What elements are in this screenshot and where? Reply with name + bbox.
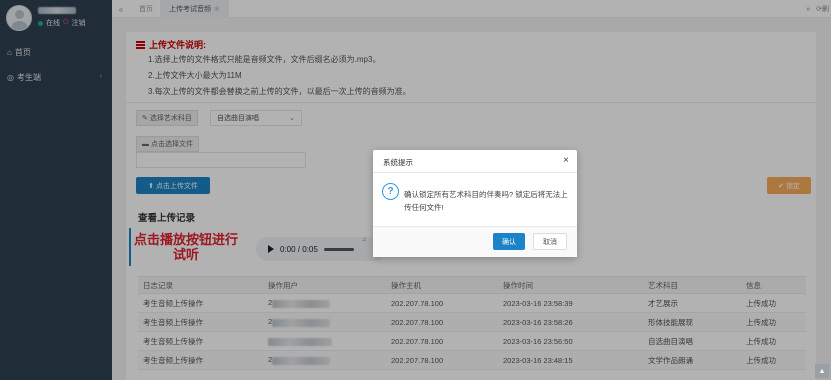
dialog-title: 系统提示: [383, 158, 413, 167]
confirm-dialog: 系统提示 × ? 确认锁定所有艺术科目的伴奏吗? 锁定后将无法上传任何文件! 确…: [373, 150, 577, 257]
cancel-button[interactable]: 取消: [533, 233, 567, 250]
back-to-top-icon[interactable]: ▲: [815, 364, 829, 378]
close-icon[interactable]: ×: [563, 155, 569, 166]
question-icon: ?: [382, 183, 399, 200]
dialog-header: 系统提示 ×: [373, 150, 577, 173]
dialog-footer: 确认 取消: [373, 226, 577, 257]
confirm-button[interactable]: 确认: [493, 233, 525, 250]
dialog-message: 确认锁定所有艺术科目的伴奏吗? 锁定后将无法上传任何文件!: [404, 190, 568, 212]
